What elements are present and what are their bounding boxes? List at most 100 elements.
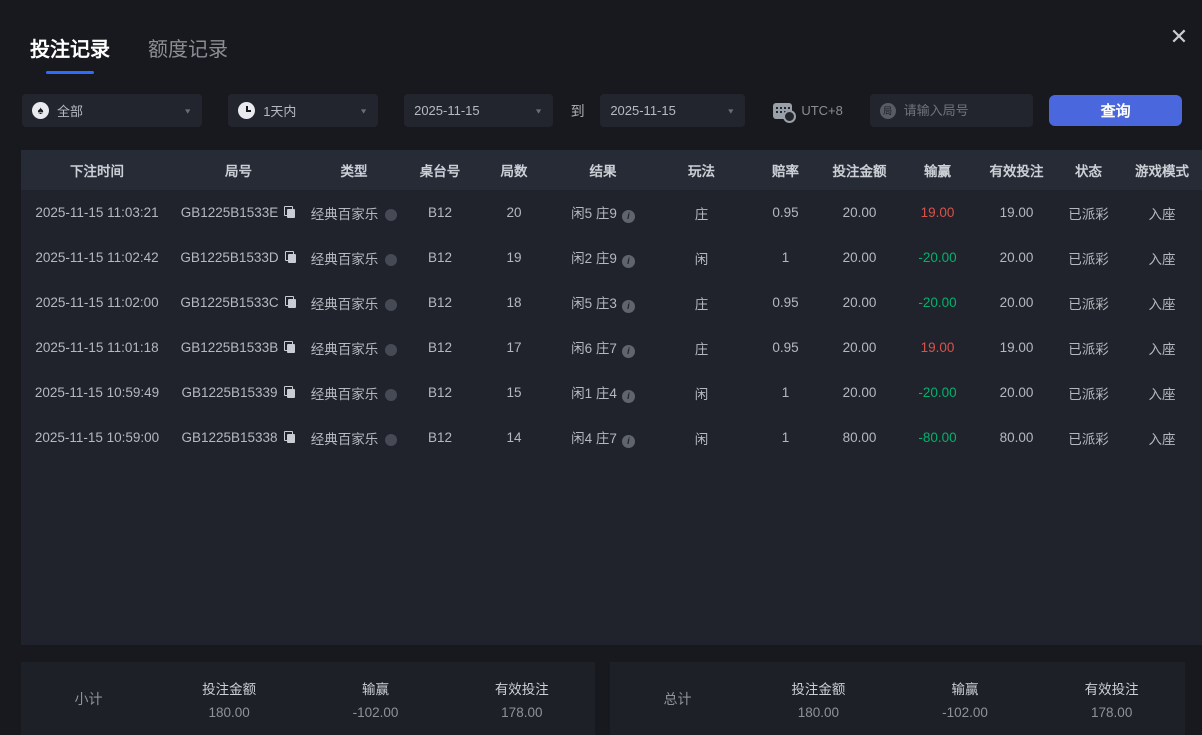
win-loss-label: 输赢 [361, 681, 389, 697]
cell-valid-bet: 19.00 [999, 205, 1034, 220]
chevron-down-icon: ▼ [534, 106, 544, 115]
bet-amount-value: 180.00 [208, 704, 250, 720]
cell-bet-time: 2025-11-15 11:02:00 [35, 295, 159, 310]
cell-game-mode: 入座 [1148, 206, 1176, 222]
cell-status: 已派彩 [1068, 206, 1109, 222]
valid-bet-value: 178.00 [501, 704, 543, 720]
subtotal-bet-amount: 投注金额 180.00 [156, 678, 302, 720]
total-label: 总计 [663, 690, 692, 707]
close-icon[interactable]: ✕ [1164, 22, 1194, 52]
cell-table-no: B12 [427, 340, 453, 355]
total-valid-bet: 有效投注 178.00 [1038, 678, 1185, 720]
cell-result: 闲5 庄9 i [552, 190, 654, 235]
chevron-down-icon: ▼ [359, 106, 369, 115]
subtotal-label: 小计 [74, 690, 103, 707]
info-icon[interactable]: i [621, 300, 635, 313]
cell-win-loss: 19.00 [920, 205, 955, 220]
column-header: 类型 [340, 164, 368, 179]
cell-play: 庄 [694, 341, 709, 357]
cell-bet-amount: 20.00 [842, 205, 877, 220]
column-header: 局号 [225, 164, 252, 179]
copy-icon[interactable] [283, 386, 296, 399]
bet-records-table: 下注时间 局号 类型 桌台号 局数 结果 玩法 赔率 投注金额 输赢 有效投注 状态 游戏模式 2025… [21, 150, 1202, 645]
cell-round-count: 14 [506, 430, 522, 445]
timezone-group: UTC+8 [773, 102, 846, 123]
spade-icon: ♠ [32, 102, 49, 119]
copy-icon[interactable] [284, 341, 296, 354]
chevron-down-icon: ▼ [726, 106, 736, 115]
clock-icon [238, 102, 256, 119]
win-loss-value: -102.00 [352, 704, 399, 720]
cell-bet-amount: 20.00 [842, 385, 877, 400]
column-header: 输赢 [924, 164, 951, 179]
time-range-select-value: 1天内 [263, 104, 297, 119]
cell-table-no: B12 [427, 205, 453, 220]
column-header: 赔率 [772, 164, 799, 179]
info-icon[interactable]: i [621, 210, 635, 223]
cell-result: 闲6 庄7 i [552, 325, 654, 370]
cell-valid-bet: 19.00 [999, 340, 1034, 355]
round-search-input[interactable] [903, 103, 1014, 118]
info-icon[interactable]: i [621, 255, 635, 268]
cell-round-id: GB1225B15338 [173, 415, 304, 460]
filter-bar: ♠ 全部 ▼ 1天内 ▼ 2025-11-15 ▼ 到 2025-11-15 ▼… [22, 94, 1182, 127]
cell-bet-time: 2025-11-15 11:02:42 [35, 250, 159, 265]
table-row: 2025-11-15 11:01:18 GB1225B1533B 经典百家乐 B12 1… [21, 325, 1202, 370]
copy-icon[interactable] [284, 206, 296, 219]
cell-valid-bet: 80.00 [999, 430, 1034, 445]
info-icon[interactable]: i [621, 435, 635, 448]
cell-table-no: B12 [427, 430, 453, 445]
cell-result: 闲2 庄9 i [552, 235, 654, 280]
calendar-clock-icon[interactable] [773, 102, 797, 123]
round-id-icon: 局 [879, 102, 896, 119]
query-button[interactable]: 查询 [1049, 95, 1182, 126]
valid-bet-value: 178.00 [1091, 704, 1133, 720]
cell-odds: 0.95 [772, 340, 799, 355]
date-to-value: 2025-11-15 [610, 103, 676, 118]
cell-valid-bet: 20.00 [999, 250, 1034, 265]
cell-game-type: 经典百家乐 [304, 370, 404, 415]
bet-records-dialog: 投注记录 额度记录 ✕ ♠ 全部 ▼ 1天内 ▼ 2025-11-15 ▼ 到 … [0, 0, 1202, 735]
column-header: 玩法 [688, 164, 715, 179]
cell-table-no: B12 [427, 385, 453, 400]
date-to-label: 到 [570, 102, 585, 119]
type-badge-icon [385, 388, 398, 401]
date-from-value: 2025-11-15 [414, 103, 480, 118]
tab-bet-records[interactable]: 投注记录 [30, 33, 110, 74]
copy-icon[interactable] [283, 431, 296, 444]
cell-table-no: B12 [427, 295, 453, 310]
cell-round-id: GB1225B15339 [173, 370, 304, 415]
table-row: 2025-11-15 11:02:42 GB1225B1533D 经典百家乐 B12 1… [21, 235, 1202, 280]
time-range-select[interactable]: 1天内 ▼ [228, 94, 379, 127]
cell-bet-time: 2025-11-15 11:03:21 [35, 205, 159, 220]
cell-round-id: GB1225B1533E [173, 190, 304, 235]
tab-quota-records[interactable]: 额度记录 [148, 33, 228, 74]
table-row: 2025-11-15 11:02:00 GB1225B1533C 经典百家乐 B12 1… [21, 280, 1202, 325]
cell-game-type: 经典百家乐 [304, 325, 404, 370]
info-icon[interactable]: i [621, 345, 635, 358]
bet-amount-value: 180.00 [797, 704, 839, 720]
info-icon[interactable]: i [621, 390, 635, 403]
date-from-picker[interactable]: 2025-11-15 ▼ [404, 94, 554, 127]
chevron-down-icon: ▼ [183, 106, 193, 115]
valid-bet-label: 有效投注 [1084, 681, 1139, 697]
cell-bet-time: 2025-11-15 10:59:49 [34, 385, 160, 400]
cell-result: 闲4 庄7 i [552, 415, 654, 460]
copy-icon[interactable] [284, 296, 297, 309]
cell-game-mode: 入座 [1148, 386, 1176, 402]
copy-icon[interactable] [284, 251, 297, 264]
valid-bet-label: 有效投注 [494, 681, 549, 697]
cell-valid-bet: 20.00 [999, 295, 1034, 310]
game-type-select[interactable]: ♠ 全部 ▼ [22, 94, 203, 127]
table-row: 2025-11-15 10:59:00 GB1225B15338 经典百家乐 B12 1… [21, 415, 1202, 460]
total-panel: 总计 投注金额 180.00 输赢 -102.00 有效投注 178.00 [610, 662, 1185, 735]
cell-odds: 1 [781, 250, 790, 265]
cell-game-mode: 入座 [1148, 251, 1176, 267]
cell-game-mode: 入座 [1148, 431, 1176, 447]
date-to-picker[interactable]: 2025-11-15 ▼ [600, 94, 746, 127]
cell-status: 已派彩 [1068, 296, 1109, 312]
cell-status: 已派彩 [1068, 341, 1109, 357]
cell-round-id: GB1225B1533B [173, 325, 304, 370]
cell-game-mode: 入座 [1148, 341, 1176, 357]
column-header: 游戏模式 [1135, 164, 1189, 179]
